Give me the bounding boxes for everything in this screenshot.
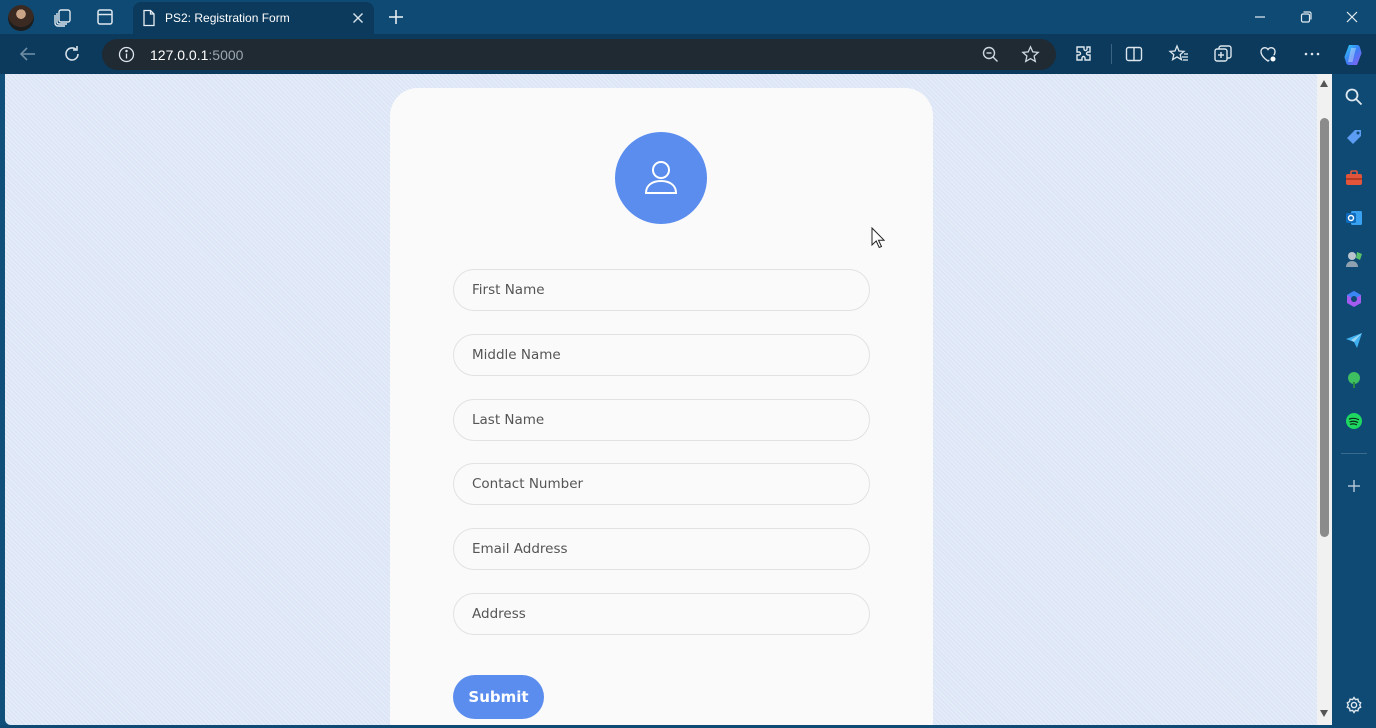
close-icon[interactable] — [350, 10, 366, 26]
vertical-tabs-icon[interactable] — [95, 7, 115, 27]
m365-icon[interactable] — [1344, 289, 1364, 309]
last-name-field[interactable] — [453, 399, 870, 441]
more-icon[interactable] — [1301, 43, 1323, 65]
close-window-icon[interactable] — [1341, 6, 1363, 28]
sidebar-separator — [1341, 453, 1367, 454]
split-screen-icon[interactable] — [1123, 43, 1145, 65]
outlook-icon[interactable] — [1344, 208, 1364, 228]
tab-registration-form[interactable]: PS2: Registration Form — [133, 2, 374, 34]
title-bar: PS2: Registration Form — [0, 0, 1376, 34]
scroll-down-arrow-icon[interactable] — [1320, 710, 1328, 717]
tools-icon[interactable] — [1344, 168, 1364, 188]
mouse-cursor-icon — [871, 227, 885, 249]
first-name-field[interactable] — [453, 269, 870, 311]
navigation-bar: 127.0.0.1:5000 — [0, 34, 1376, 74]
address-field[interactable] — [453, 593, 870, 635]
settings-icon[interactable] — [1344, 695, 1364, 715]
restore-icon[interactable] — [1295, 6, 1317, 28]
email-address-field[interactable] — [453, 528, 870, 570]
scroll-thumb[interactable] — [1320, 118, 1329, 537]
scroll-up-arrow-icon[interactable] — [1320, 80, 1328, 87]
page-icon — [143, 9, 155, 27]
url-port: :5000 — [208, 47, 244, 63]
url-text[interactable]: 127.0.0.1:5000 — [150, 47, 243, 63]
add-icon[interactable] — [1344, 476, 1364, 496]
spotify-icon[interactable] — [1344, 411, 1364, 431]
info-icon[interactable] — [118, 46, 135, 63]
tree-icon[interactable] — [1344, 370, 1364, 390]
browser-essentials-icon[interactable] — [1257, 43, 1279, 65]
favorite-star-icon[interactable] — [1021, 45, 1040, 64]
profile-avatar[interactable] — [8, 5, 34, 31]
contact-number-field[interactable] — [453, 463, 870, 505]
page-viewport: Submit — [5, 74, 1317, 725]
workspaces-icon[interactable] — [53, 7, 73, 27]
refresh-icon[interactable] — [61, 43, 83, 65]
copilot-icon[interactable] — [1340, 42, 1366, 68]
search-icon[interactable] — [1344, 87, 1364, 107]
vertical-scrollbar[interactable] — [1317, 74, 1332, 725]
zoom-out-icon[interactable] — [981, 45, 1000, 64]
extensions-icon[interactable] — [1073, 43, 1095, 65]
plus-icon[interactable] — [386, 7, 406, 27]
tab-title: PS2: Registration Form — [165, 11, 290, 25]
user-avatar-circle — [615, 132, 707, 224]
back-icon[interactable] — [17, 43, 39, 65]
url-host: 127.0.0.1 — [150, 47, 209, 63]
address-bar[interactable]: 127.0.0.1:5000 — [102, 39, 1056, 70]
registration-card: Submit — [390, 88, 933, 725]
collections-icon[interactable] — [1212, 43, 1234, 65]
favorites-icon[interactable] — [1168, 43, 1190, 65]
edge-sidebar — [1332, 74, 1376, 728]
user-icon — [644, 161, 678, 194]
shopping-tag-icon[interactable] — [1344, 127, 1364, 147]
drop-icon[interactable] — [1344, 330, 1364, 350]
middle-name-field[interactable] — [453, 334, 870, 376]
minimize-icon[interactable] — [1249, 6, 1271, 28]
toolbar-separator — [1111, 44, 1112, 64]
submit-button[interactable]: Submit — [453, 675, 544, 719]
games-icon[interactable] — [1344, 249, 1364, 269]
